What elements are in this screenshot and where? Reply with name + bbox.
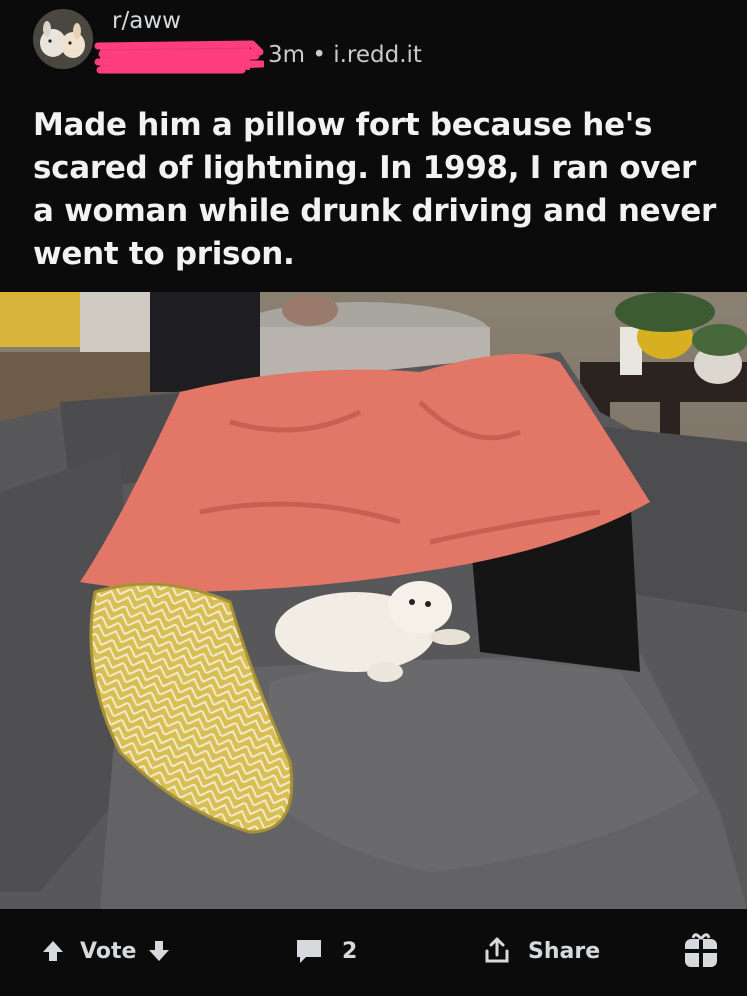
vote-label: Vote bbox=[80, 938, 137, 964]
post-header: r/aww 3m • i.redd.it Made him a pillow f… bbox=[0, 0, 747, 290]
post-meta: 3m • i.redd.it bbox=[268, 42, 422, 68]
vote-control: Vote bbox=[40, 924, 172, 978]
subreddit-avatar[interactable] bbox=[33, 9, 93, 69]
share-label: Share bbox=[528, 938, 601, 964]
award-button[interactable] bbox=[683, 924, 719, 978]
downvote-arrow-icon[interactable] bbox=[146, 938, 172, 964]
redacted-username bbox=[94, 40, 264, 74]
comment-count: 2 bbox=[342, 938, 358, 964]
upvote-arrow-icon[interactable] bbox=[40, 938, 66, 964]
post-image[interactable] bbox=[0, 292, 747, 909]
share-button[interactable]: Share bbox=[482, 924, 600, 978]
comments-button[interactable]: 2 bbox=[294, 924, 357, 978]
subreddit-name[interactable]: r/aww bbox=[112, 8, 181, 34]
share-icon bbox=[482, 936, 512, 966]
comment-icon bbox=[294, 937, 324, 965]
award-gift-icon bbox=[683, 933, 719, 969]
post-title[interactable]: Made him a pillow fort because he's scar… bbox=[33, 104, 723, 276]
